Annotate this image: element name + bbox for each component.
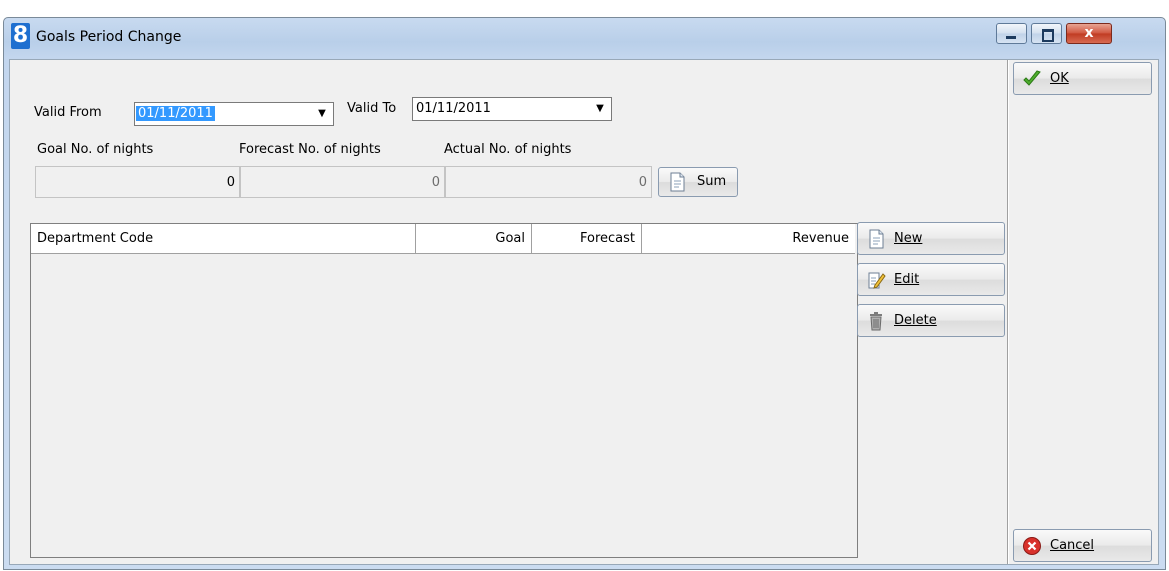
forecast-nights-label: Forecast No. of nights [239, 142, 381, 157]
maximize-icon [1042, 29, 1054, 42]
column-header-forecast[interactable]: Forecast [532, 224, 642, 253]
delete-button[interactable]: Delete [857, 304, 1005, 337]
sum-button-label: Sum [697, 174, 727, 189]
valid-to-value: 01/11/2011 [416, 101, 491, 116]
cancel-icon [1023, 537, 1041, 555]
department-goals-table[interactable]: Department Code Goal Forecast Revenue [30, 223, 858, 558]
actual-nights-value: 0 [638, 175, 647, 190]
table-header: Department Code Goal Forecast Revenue [31, 224, 855, 254]
title-bar[interactable]: 8 Goals Period Change x [4, 18, 1165, 60]
minimize-button[interactable] [996, 23, 1027, 44]
edit-button[interactable]: Edit [857, 263, 1005, 296]
valid-from-value: 01/11/2011 [136, 106, 215, 121]
trash-icon [870, 312, 882, 331]
checkmark-icon [1023, 70, 1041, 86]
document-icon [670, 172, 685, 192]
forecast-nights-value: 0 [431, 175, 440, 190]
valid-from-label: Valid From [34, 105, 102, 120]
valid-to-combo[interactable]: 01/11/2011 ▼ [412, 97, 612, 121]
edit-button-label: Edit [894, 272, 920, 287]
document-icon [869, 229, 884, 249]
chevron-down-icon[interactable]: ▼ [313, 105, 331, 123]
edit-pencil-icon [868, 272, 886, 289]
goal-nights-value: 0 [226, 175, 235, 190]
dialog-client-area: Valid From 01/11/2011 ▼ Valid To 01/11/2… [9, 59, 1159, 565]
window-title: Goals Period Change [36, 29, 182, 45]
maximize-button[interactable] [1031, 23, 1062, 44]
sum-button[interactable]: Sum [658, 167, 738, 197]
goal-nights-label: Goal No. of nights [37, 142, 154, 157]
table-body[interactable] [31, 254, 857, 557]
right-pane-divider [1007, 60, 1008, 564]
cancel-button[interactable]: Cancel [1013, 529, 1152, 562]
valid-from-combo[interactable]: 01/11/2011 ▼ [134, 102, 334, 126]
chevron-down-icon[interactable]: ▼ [591, 100, 609, 118]
goal-nights-field: 0 [35, 166, 240, 198]
forecast-nights-field: 0 [240, 166, 445, 198]
app-icon: 8 [11, 23, 30, 49]
close-icon: x [1084, 25, 1094, 41]
column-header-revenue[interactable]: Revenue [642, 224, 855, 253]
delete-button-label: Delete [894, 313, 937, 328]
cancel-button-label: Cancel [1050, 538, 1095, 553]
column-header-department-code[interactable]: Department Code [31, 224, 416, 253]
close-button[interactable]: x [1066, 23, 1112, 44]
new-button-label: New [894, 231, 923, 246]
new-button[interactable]: New [857, 222, 1005, 255]
ok-button-label: OK [1050, 71, 1069, 86]
actual-nights-field: 0 [445, 166, 652, 198]
valid-to-label: Valid To [347, 101, 397, 116]
column-header-goal[interactable]: Goal [416, 224, 532, 253]
dialog-window: 8 Goals Period Change x Valid From 01/11… [3, 17, 1166, 570]
actual-nights-label: Actual No. of nights [444, 142, 572, 157]
minimize-icon [1006, 36, 1016, 39]
ok-button[interactable]: OK [1013, 62, 1152, 95]
